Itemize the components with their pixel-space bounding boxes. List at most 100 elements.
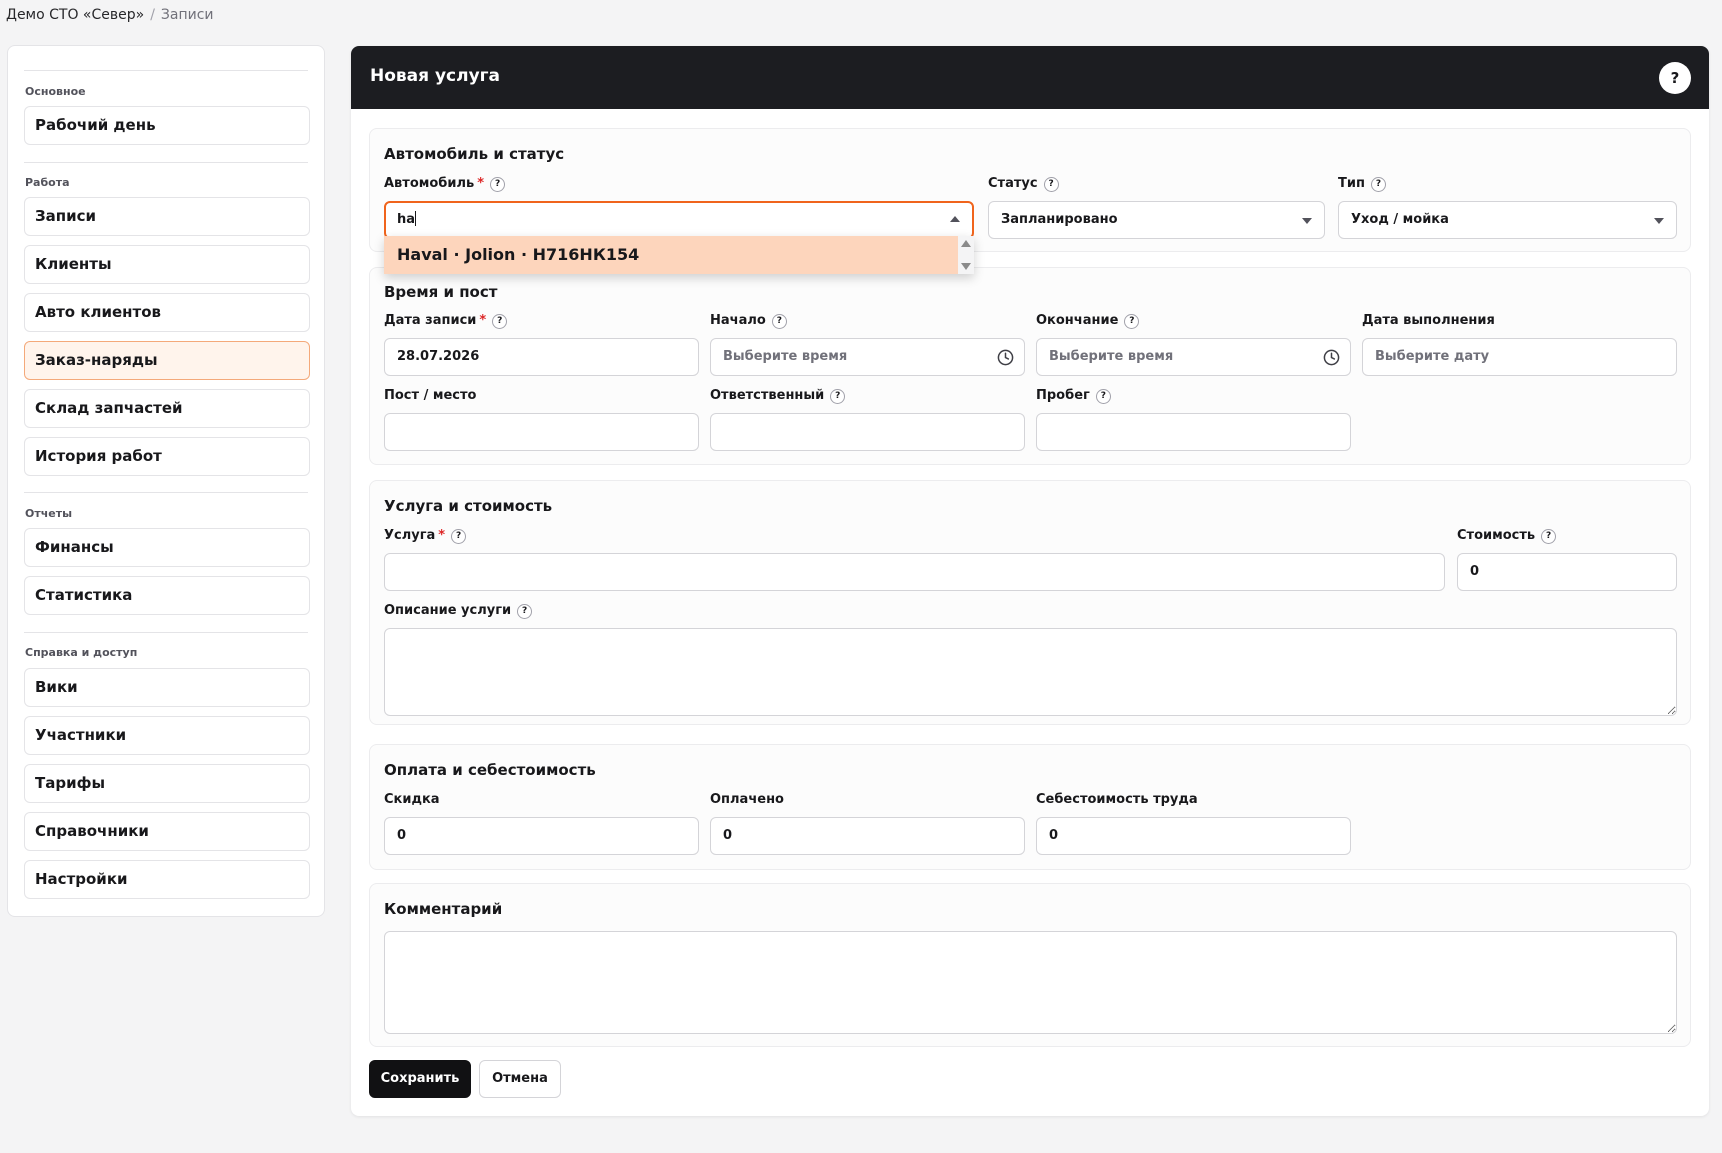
sidebar-item-work-history[interactable]: История работ: [24, 437, 310, 476]
car-label-text: Автомобиль: [384, 176, 475, 191]
sidebar-item-parts-warehouse[interactable]: Склад запчастей: [24, 389, 310, 428]
status-select[interactable]: Запланировано: [988, 201, 1325, 239]
sidebar-item-members[interactable]: Участники: [24, 716, 310, 755]
car-select-input[interactable]: ha: [384, 201, 974, 239]
paid-label: Оплачено: [710, 792, 784, 807]
sidebar-group-main: Основное: [25, 85, 86, 98]
dropdown-scrollbar[interactable]: [958, 236, 974, 274]
sidebar-item-statistics[interactable]: Статистика: [24, 576, 310, 615]
breadcrumb-current: Записи: [160, 7, 214, 23]
status-label: Статус?: [988, 176, 1059, 192]
labor-cost-label: Себестоимость труда: [1036, 792, 1198, 807]
sidebar-divider: [24, 70, 308, 71]
cost-label-text: Стоимость: [1457, 528, 1536, 543]
mileage-input[interactable]: [1036, 413, 1351, 451]
start-time-placeholder: Выберите время: [723, 349, 848, 364]
section-title-service-cost: Услуга и стоимость: [384, 497, 553, 515]
service-input[interactable]: [384, 553, 1445, 591]
type-value: Уход / мойка: [1351, 212, 1449, 227]
labor-cost-input[interactable]: 0: [1036, 817, 1351, 855]
status-value: Запланировано: [1001, 212, 1118, 227]
sidebar-group-reports: Отчеты: [25, 507, 73, 520]
save-button[interactable]: Сохранить: [369, 1060, 471, 1098]
sidebar-item-settings[interactable]: Настройки: [24, 860, 310, 899]
breadcrumb-separator: /: [150, 7, 155, 23]
date-label-text: Дата записи: [384, 313, 477, 328]
start-help-icon[interactable]: ?: [771, 314, 787, 329]
scroll-down-icon[interactable]: [961, 263, 971, 270]
mileage-label-text: Пробег: [1036, 388, 1090, 403]
discount-input[interactable]: 0: [384, 817, 699, 855]
responsible-help-icon[interactable]: ?: [830, 389, 846, 404]
sidebar-item-clients[interactable]: Клиенты: [24, 245, 310, 284]
start-label: Начало?: [710, 313, 787, 329]
sidebar-item-finance[interactable]: Финансы: [24, 528, 310, 567]
service-label-text: Услуга: [384, 528, 436, 543]
mileage-help-icon[interactable]: ?: [1095, 389, 1111, 404]
service-help-icon[interactable]: ?: [451, 529, 467, 544]
done-date-input[interactable]: Выберите дату: [1362, 338, 1677, 376]
type-help-icon[interactable]: ?: [1370, 177, 1386, 192]
date-input[interactable]: 28.07.2026: [384, 338, 699, 376]
responsible-label: Ответственный?: [710, 388, 846, 404]
cost-input[interactable]: 0: [1457, 553, 1677, 591]
mileage-label: Пробег?: [1036, 388, 1111, 404]
section-title-comment: Комментарий: [384, 900, 503, 918]
end-label: Окончание?: [1036, 313, 1140, 329]
responsible-input[interactable]: [710, 413, 1025, 451]
section-title-time-post: Время и пост: [384, 283, 498, 301]
post-input[interactable]: [384, 413, 699, 451]
paid-input[interactable]: 0: [710, 817, 1025, 855]
section-title-payment: Оплата и себестоимость: [384, 761, 596, 779]
done-date-label: Дата выполнения: [1362, 313, 1495, 328]
breadcrumb: Демо СТО «Север» / Записи: [6, 7, 214, 23]
end-label-text: Окончание: [1036, 313, 1119, 328]
sidebar-item-client-cars[interactable]: Авто клиентов: [24, 293, 310, 332]
end-time-placeholder: Выберите время: [1049, 349, 1174, 364]
section-time-post: Время и пост Дата записи *? 28.07.2026 На…: [369, 267, 1691, 465]
cost-help-icon[interactable]: ?: [1541, 529, 1557, 544]
date-label: Дата записи *?: [384, 313, 508, 329]
breadcrumb-org-link[interactable]: Демо СТО «Север»: [6, 7, 144, 23]
sidebar-divider: [24, 162, 308, 163]
status-help-icon[interactable]: ?: [1043, 177, 1059, 192]
panel-help-button[interactable]: ?: [1659, 62, 1691, 94]
sidebar-item-work-orders[interactable]: Заказ-наряды: [24, 341, 310, 380]
sidebar-item-records[interactable]: Записи: [24, 197, 310, 236]
end-help-icon[interactable]: ?: [1124, 314, 1140, 329]
type-label: Тип?: [1338, 176, 1386, 192]
panel-title: Новая услуга: [370, 66, 501, 86]
chevron-down-icon: [1654, 218, 1664, 224]
new-service-panel: Новая услуга ? Автомобиль и статус Автом…: [351, 46, 1709, 1116]
description-textarea[interactable]: [384, 628, 1677, 716]
car-label: Автомобиль *?: [384, 176, 506, 192]
type-label-text: Тип: [1338, 176, 1365, 191]
date-help-icon[interactable]: ?: [492, 314, 508, 329]
start-time-input[interactable]: Выберите время: [710, 338, 1025, 376]
section-service-cost: Услуга и стоимость Услуга *? Стоимость? 0…: [369, 480, 1691, 725]
comment-textarea[interactable]: [384, 931, 1677, 1034]
service-label: Услуга *?: [384, 528, 467, 544]
description-label-text: Описание услуги: [384, 603, 512, 618]
required-mark: *: [477, 176, 485, 191]
clock-icon[interactable]: [1323, 349, 1340, 366]
chevron-up-icon[interactable]: [950, 216, 960, 222]
sidebar-item-workday[interactable]: Рабочий день: [24, 106, 310, 145]
end-time-input[interactable]: Выберите время: [1036, 338, 1351, 376]
required-mark: *: [438, 528, 446, 543]
car-help-icon[interactable]: ?: [490, 177, 506, 192]
sidebar: Основное Рабочий день Работа Записи Клие…: [7, 45, 325, 917]
sidebar-item-tariffs[interactable]: Тарифы: [24, 764, 310, 803]
sidebar-item-wiki[interactable]: Вики: [24, 668, 310, 707]
status-label-text: Статус: [988, 176, 1038, 191]
sidebar-item-directories[interactable]: Справочники: [24, 812, 310, 851]
cancel-button[interactable]: Отмена: [479, 1060, 561, 1098]
post-label: Пост / место: [384, 388, 477, 403]
car-option[interactable]: Haval · Jolion · Н716НК154: [384, 236, 958, 274]
scroll-up-icon[interactable]: [961, 240, 971, 247]
type-select[interactable]: Уход / мойка: [1338, 201, 1677, 239]
clock-icon[interactable]: [997, 349, 1014, 366]
sidebar-divider: [24, 492, 308, 493]
panel-header: Новая услуга ?: [351, 46, 1709, 109]
description-help-icon[interactable]: ?: [517, 604, 533, 619]
